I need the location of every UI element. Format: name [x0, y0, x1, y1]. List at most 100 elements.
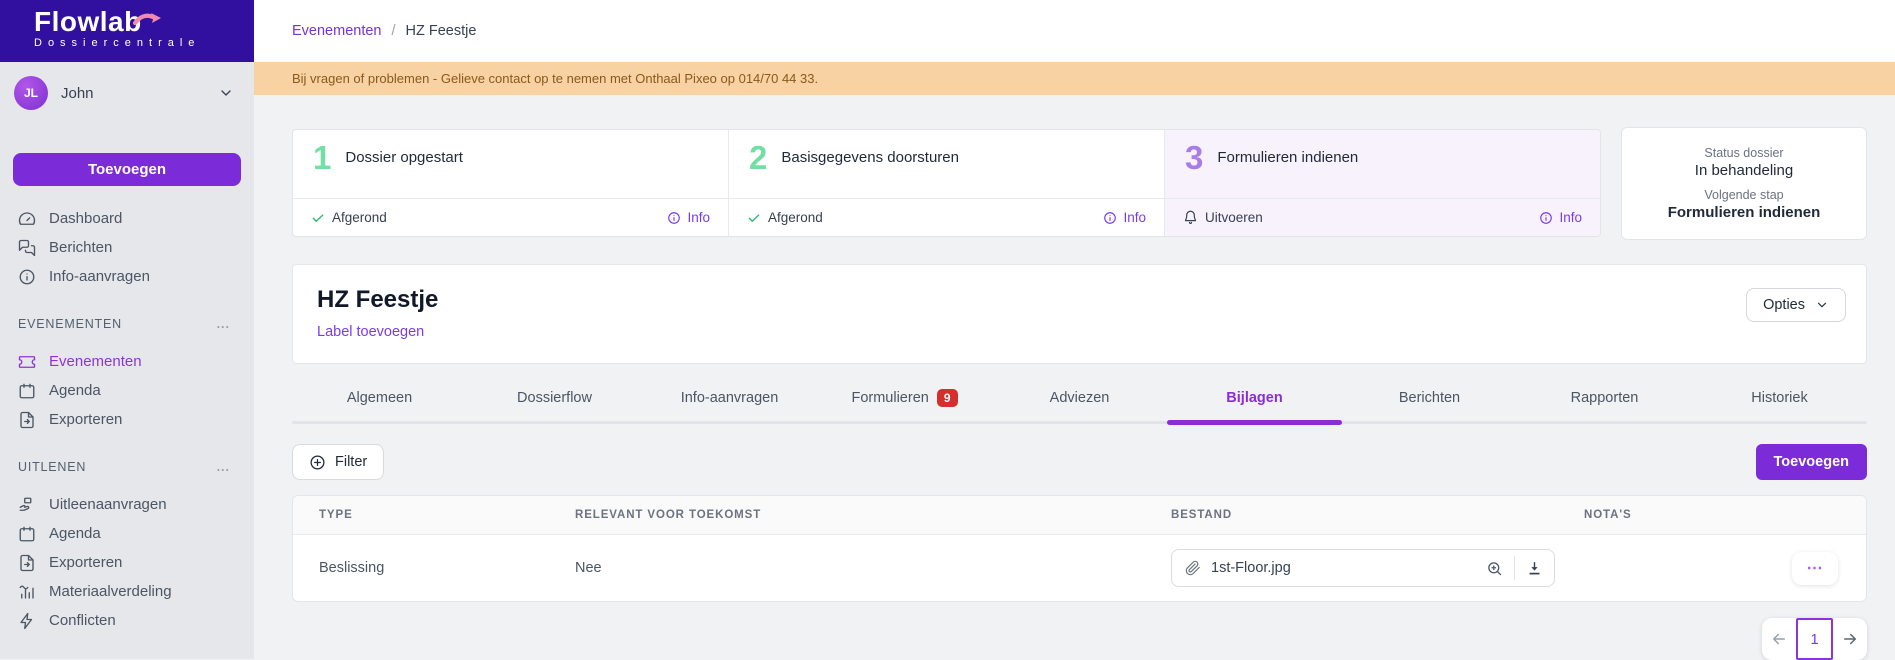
tab-adviezen[interactable]: Adviezen	[992, 384, 1167, 412]
sidebar-item-label: Berichten	[49, 239, 112, 256]
sidebar-item-dashboard[interactable]: Dashboard	[0, 204, 254, 233]
page-title: HZ Feestje	[317, 286, 1842, 314]
tab-berichten[interactable]: Berichten	[1342, 384, 1517, 412]
sidebar-item-exporteren-uitlenen[interactable]: Exporteren	[0, 548, 254, 577]
chart-icon	[18, 583, 36, 601]
zoom-in-icon	[1486, 560, 1503, 577]
arrow-left-icon	[1770, 630, 1788, 648]
plus-circle-icon	[309, 454, 326, 471]
sidebar: Flowlab Dossiercentrale JL John Toevoege…	[0, 0, 254, 659]
export-icon	[18, 411, 36, 429]
row-actions-button[interactable]: ⋯	[1792, 552, 1838, 585]
download-file-button[interactable]	[1515, 550, 1554, 586]
calendar-icon	[18, 525, 36, 543]
cell-notas: ⋯	[1584, 552, 1866, 585]
breadcrumb-current: HZ Feestje	[406, 23, 477, 39]
ticket-icon	[18, 353, 36, 371]
step-info-label: Info	[687, 210, 710, 225]
main-area: Evenementen / HZ Feestje Bij vragen of p…	[254, 0, 1895, 660]
user-menu[interactable]: JL John	[0, 62, 254, 110]
export-icon	[18, 554, 36, 572]
table-header: TYPE RELEVANT VOOR TOEKOMST BESTAND NOTA…	[293, 496, 1866, 535]
dossier-stepper: 1 Dossier opgestart Afgerond Info	[292, 129, 1601, 237]
sidebar-item-label: Uitleenaanvragen	[49, 496, 167, 513]
section-more-button[interactable]: ...	[217, 464, 230, 470]
section-title: EVENEMENTEN	[18, 317, 122, 331]
sidebar-item-conflicten[interactable]: Conflicten	[0, 606, 254, 635]
step-status-label: Afgerond	[768, 210, 823, 225]
brand-arrow-icon	[133, 11, 163, 27]
hand-box-icon	[18, 496, 36, 514]
cell-bestand: 1st-Floor.jpg	[1171, 549, 1584, 587]
sidebar-item-agenda[interactable]: Agenda	[0, 376, 254, 405]
step-info-button[interactable]: Info	[1103, 210, 1146, 225]
next-page-button[interactable]	[1833, 618, 1867, 660]
tab-rapporten[interactable]: Rapporten	[1517, 384, 1692, 412]
add-attachment-button[interactable]: Toevoegen	[1756, 444, 1867, 480]
tab-label: Berichten	[1399, 390, 1460, 406]
step-status: Afgerond	[747, 210, 823, 225]
sidebar-item-label: Dashboard	[49, 210, 122, 227]
tab-label: Dossierflow	[517, 390, 592, 406]
sidebar-item-exporteren[interactable]: Exporteren	[0, 405, 254, 434]
sidebar-add-button[interactable]: Toevoegen	[13, 153, 241, 186]
dossier-tabs: Algemeen Dossierflow Info-aanvragen Form…	[292, 384, 1867, 424]
options-button[interactable]: Opties	[1746, 288, 1846, 322]
step-3-card: 3 Formulieren indienen Uitvoeren Info	[1165, 130, 1600, 236]
step-number: 2	[749, 142, 767, 198]
preview-file-button[interactable]	[1475, 550, 1514, 586]
tab-formulieren[interactable]: Formulieren 9	[817, 384, 992, 412]
sidebar-item-berichten[interactable]: Berichten	[0, 233, 254, 262]
next-step-label: Volgende stap	[1704, 188, 1783, 202]
sidebar-item-materiaalverdeling[interactable]: Materiaalverdeling	[0, 577, 254, 606]
step-info-label: Info	[1123, 210, 1146, 225]
attachments-table: TYPE RELEVANT VOOR TOEKOMST BESTAND NOTA…	[292, 495, 1867, 602]
tab-label: Info-aanvragen	[681, 390, 779, 406]
sidebar-item-label: Agenda	[49, 525, 101, 542]
tab-label: Adviezen	[1050, 390, 1110, 406]
download-icon	[1526, 560, 1543, 577]
check-icon	[747, 211, 761, 225]
step-title: Formulieren indienen	[1217, 142, 1358, 198]
dossier-header-card: HZ Feestje Label toevoegen Opties	[292, 264, 1867, 364]
current-page[interactable]: 1	[1796, 618, 1833, 660]
check-icon	[311, 211, 325, 225]
sidebar-item-uitleenaanvragen[interactable]: Uitleenaanvragen	[0, 490, 254, 519]
column-header-relevant: RELEVANT VOOR TOEKOMST	[575, 509, 1171, 521]
sidebar-item-evenementen[interactable]: Evenementen	[0, 347, 254, 376]
tab-algemeen[interactable]: Algemeen	[292, 384, 467, 412]
tab-bijlagen[interactable]: Bijlagen	[1167, 384, 1342, 412]
tab-dossierflow[interactable]: Dossierflow	[467, 384, 642, 412]
column-header-notas: NOTA'S	[1584, 509, 1866, 521]
previous-page-button[interactable]	[1762, 618, 1796, 660]
user-name: John	[61, 85, 94, 102]
section-more-button[interactable]: ...	[217, 321, 230, 327]
sidebar-item-agenda-uitlenen[interactable]: Agenda	[0, 519, 254, 548]
step-status: Afgerond	[311, 210, 387, 225]
step-info-button[interactable]: Info	[667, 210, 710, 225]
step-number: 1	[313, 142, 331, 198]
step-title: Basisgegevens doorsturen	[781, 142, 959, 198]
tab-label: Bijlagen	[1226, 390, 1282, 406]
sidebar-item-label: Conflicten	[49, 612, 116, 629]
step-status-label: Afgerond	[332, 210, 387, 225]
step-info-button[interactable]: Info	[1539, 210, 1582, 225]
tab-historiek[interactable]: Historiek	[1692, 384, 1867, 412]
bijlagen-toolbar: Filter Toevoegen	[292, 444, 1867, 480]
calendar-icon	[18, 382, 36, 400]
sidebar-section-uitlenen: UITLENEN ...	[0, 458, 254, 476]
sidebar-item-info-aanvragen[interactable]: Info-aanvragen	[0, 262, 254, 291]
tab-info-aanvragen[interactable]: Info-aanvragen	[642, 384, 817, 412]
brand-logo: Flowlab	[34, 7, 142, 37]
add-label-link[interactable]: Label toevoegen	[317, 324, 424, 340]
notice-banner: Bij vragen of problemen - Gelieve contac…	[254, 62, 1895, 95]
bell-icon	[1183, 210, 1198, 225]
step-status: Uitvoeren	[1183, 210, 1263, 225]
active-tab-indicator	[1167, 420, 1342, 425]
breadcrumb-separator: /	[391, 23, 395, 39]
chevron-down-icon	[218, 85, 234, 101]
breadcrumb-link-evenementen[interactable]: Evenementen	[292, 23, 381, 39]
filter-button-label: Filter	[335, 454, 367, 470]
sidebar-item-label: Agenda	[49, 382, 101, 399]
filter-button[interactable]: Filter	[292, 444, 384, 480]
